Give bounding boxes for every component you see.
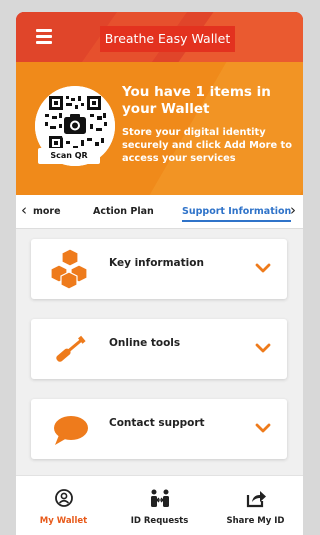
top-bar: Breathe Easy Wallet (16, 12, 303, 62)
camera-icon (64, 114, 86, 134)
app-frame: Breathe Easy Wallet Scan QR You have 1 i… (16, 12, 303, 535)
chevron-down-icon[interactable] (255, 343, 271, 353)
wallet-count-title: You have 1 items in your Wallet (122, 84, 271, 117)
app-title: Breathe Easy Wallet (100, 26, 235, 52)
hamburger-menu-icon[interactable] (36, 29, 52, 44)
nav-share-my-id[interactable]: Share My ID (208, 476, 303, 535)
nav-label: My Wallet (39, 516, 88, 526)
wallet-subtitle: Store your digital identity securely and… (122, 127, 292, 164)
card-label: Online tools (109, 337, 181, 349)
card-label: Contact support (109, 417, 205, 429)
wallet-summary-banner: Scan QR You have 1 items in your Wallet … (16, 62, 303, 195)
bottom-navigation: My Wallet ID Requests Share My ID (16, 475, 303, 535)
nav-id-requests[interactable]: ID Requests (112, 476, 207, 535)
tab-action-plan[interactable]: Action Plan (93, 195, 154, 228)
card-contact-support[interactable]: Contact support (31, 399, 287, 459)
nav-label: ID Requests (130, 516, 189, 526)
wrench-icon (56, 335, 86, 362)
share-icon (246, 491, 266, 508)
section-tabs: ‹ more Action Plan Support Information › (16, 195, 303, 229)
chevron-down-icon[interactable] (255, 423, 271, 433)
boxes-icon (50, 249, 88, 289)
tab-support-information[interactable]: Support Information (182, 195, 292, 228)
speech-bubble-icon (54, 416, 88, 445)
nav-my-wallet[interactable]: My Wallet (16, 476, 111, 535)
chevron-right-icon[interactable]: › (290, 195, 296, 228)
support-information-list: Key information Online tools Contact sup… (16, 229, 303, 475)
wallet-icon (55, 489, 73, 507)
card-online-tools[interactable]: Online tools (31, 319, 287, 379)
chevron-down-icon[interactable] (255, 263, 271, 273)
id-exchange-icon (151, 489, 169, 507)
card-label: Key information (109, 257, 204, 269)
chevron-left-icon[interactable]: ‹ (21, 195, 27, 228)
scan-qr-label[interactable]: Scan QR (38, 148, 100, 164)
tab-more[interactable]: more (33, 195, 61, 228)
nav-label: Share My ID (226, 516, 285, 526)
card-key-information[interactable]: Key information (31, 239, 287, 299)
